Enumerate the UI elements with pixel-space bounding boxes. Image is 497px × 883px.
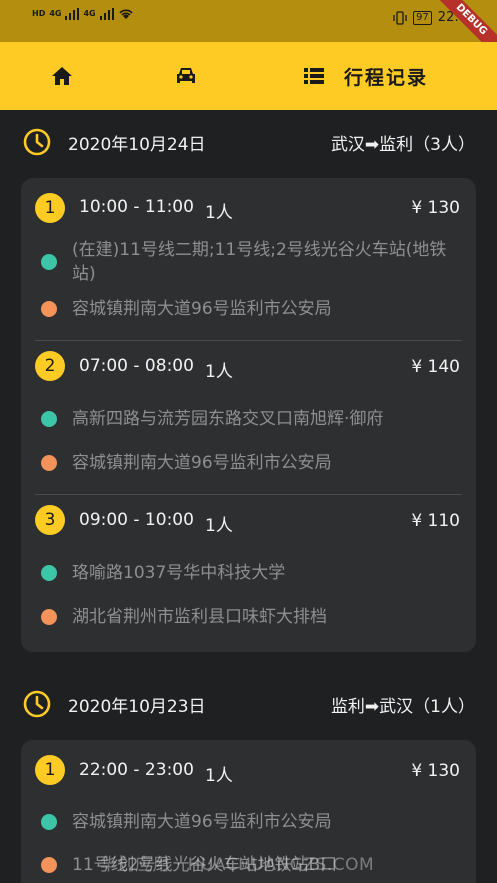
- end-address: 容城镇荆南大道96号监利市公安局: [72, 299, 332, 319]
- clock-icon: [23, 690, 51, 718]
- end-address: 容城镇荆南大道96号监利市公安局: [72, 453, 332, 473]
- vibrate-icon: [393, 10, 407, 25]
- trip-price: ¥ 110: [411, 511, 460, 531]
- trip-people: 1人: [205, 766, 233, 786]
- trip-date: 2020年10月24日: [68, 134, 206, 155]
- trip-number-badge: 1: [35, 193, 65, 223]
- nav-home-button[interactable]: [40, 42, 84, 110]
- end-address: 湖北省荆州市监利县口味虾大排档: [72, 607, 327, 627]
- trip-price: ¥ 140: [411, 357, 460, 377]
- page-title: 行程记录: [343, 66, 428, 89]
- signal-icon-2: [99, 8, 114, 20]
- trip-time: 07:00 - 08:00: [79, 356, 194, 376]
- trip-time: 22:00 - 23:00: [79, 760, 194, 780]
- wifi-icon: [119, 9, 133, 19]
- home-icon: [52, 67, 72, 85]
- trip-item[interactable]: 3 09:00 - 10:00 1人 ¥ 110 珞喻路1037号华中科技大学 …: [21, 495, 476, 652]
- start-address: 珞喻路1037号华中科技大学: [72, 563, 286, 583]
- trip-route-summary: 监利➡武汉（1人）: [330, 696, 475, 717]
- start-point-dot: [41, 565, 57, 581]
- trip-date: 2020年10月23日: [68, 696, 206, 717]
- signal-icon: [65, 8, 80, 20]
- nav-car-button[interactable]: [164, 42, 208, 110]
- car-icon: [177, 68, 195, 83]
- start-address: (在建)11号线二期;11号线;2号线光谷火车站(地铁站): [72, 240, 447, 284]
- nav-trip-records-tab[interactable]: 行程记录: [296, 42, 436, 110]
- end-point-dot: [41, 301, 57, 317]
- end-point-dot: [41, 609, 57, 625]
- trip-people: 1人: [205, 362, 233, 382]
- trip-route-summary: 武汉➡监利（3人）: [330, 134, 475, 155]
- end-point-dot: [41, 455, 57, 471]
- trip-people: 1人: [205, 203, 233, 223]
- trip-price: ¥ 130: [411, 198, 460, 218]
- day-header: 2020年10月23日 监利➡武汉（1人）: [0, 672, 497, 736]
- start-point-dot: [41, 254, 57, 270]
- trip-time: 10:00 - 11:00: [79, 197, 194, 217]
- battery-level: 97: [413, 10, 432, 25]
- end-point-dot: [41, 857, 57, 873]
- trip-number-badge: 3: [35, 505, 65, 535]
- status-bar: HD 4G 4G 97 22:0 DEBUG: [0, 0, 497, 62]
- trip-number-badge: 1: [35, 755, 65, 785]
- day-header: 2020年10月24日 武汉➡监利（3人）: [0, 110, 497, 174]
- start-point-dot: [41, 814, 57, 830]
- list-icon: [303, 68, 324, 84]
- network-4g-label: 4G: [49, 9, 62, 18]
- start-address: 高新四路与流芳园东路交叉口南旭辉·御府: [72, 409, 384, 429]
- network-4g-label-2: 4G: [83, 9, 96, 18]
- trip-time: 09:00 - 10:00: [79, 510, 194, 530]
- start-address: 容城镇荆南大道96号监利市公安局: [72, 812, 332, 832]
- trip-item[interactable]: 1 10:00 - 11:00 1人 ¥ 130 (在建)11号线二期;11号线…: [21, 178, 476, 340]
- trip-item[interactable]: 2 07:00 - 08:00 1人 ¥ 140 高新四路与流芳园东路交叉口南旭…: [21, 341, 476, 495]
- trip-people: 1人: [205, 516, 233, 536]
- hd-label: HD: [32, 9, 46, 18]
- clock-icon: [23, 128, 51, 156]
- signal-indicators: HD 4G 4G: [32, 8, 134, 20]
- watermark: 华创应用 · HUACHUANGZS.COM: [100, 855, 375, 875]
- trip-price: ¥ 130: [411, 761, 460, 781]
- trip-group-card: 1 10:00 - 11:00 1人 ¥ 130 (在建)11号线二期;11号线…: [21, 178, 476, 652]
- start-point-dot: [41, 411, 57, 427]
- top-nav-bar: 行程记录: [0, 42, 497, 110]
- trip-number-badge: 2: [35, 351, 65, 381]
